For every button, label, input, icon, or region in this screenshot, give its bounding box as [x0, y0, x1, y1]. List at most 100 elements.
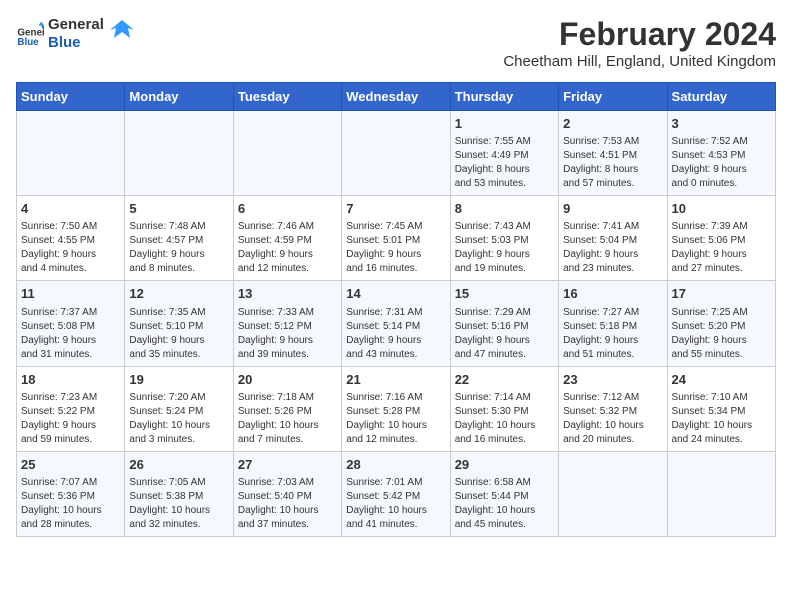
col-header-wednesday: Wednesday — [342, 83, 450, 111]
page-title: February 2024 — [503, 16, 776, 53]
calendar-cell: 20 Sunrise: 7:18 AM Sunset: 5:26 PM Dayli… — [233, 366, 341, 451]
calendar-cell: 12 Sunrise: 7:35 AM Sunset: 5:10 PM Dayli… — [125, 281, 233, 366]
calendar-week-row: 4 Sunrise: 7:50 AM Sunset: 4:55 PM Daylig… — [17, 196, 776, 281]
calendar-cell — [17, 111, 125, 196]
day-info: Sunrise: 7:39 AM Sunset: 5:06 PM Dayligh… — [672, 220, 771, 276]
day-number: 28 — [346, 456, 445, 474]
calendar-cell: 4 Sunrise: 7:50 AM Sunset: 4:55 PM Daylig… — [17, 196, 125, 281]
col-header-tuesday: Tuesday — [233, 83, 341, 111]
calendar-cell: 7 Sunrise: 7:45 AM Sunset: 5:01 PM Daylig… — [342, 196, 450, 281]
day-number: 29 — [455, 456, 554, 474]
day-info: Sunrise: 7:48 AM Sunset: 4:57 PM Dayligh… — [129, 220, 228, 276]
day-info: Sunrise: 7:41 AM Sunset: 5:04 PM Dayligh… — [563, 220, 662, 276]
calendar-week-row: 18 Sunrise: 7:23 AM Sunset: 5:22 PM Dayli… — [17, 366, 776, 451]
calendar-cell: 3Sunrise: 7:52 AM Sunset: 4:53 PM Daylig… — [667, 111, 775, 196]
day-info: Sunrise: 7:27 AM Sunset: 5:18 PM Dayligh… — [563, 306, 662, 362]
day-info: Sunrise: 7:14 AM Sunset: 5:30 PM Dayligh… — [455, 391, 554, 447]
day-info: Sunrise: 7:18 AM Sunset: 5:26 PM Dayligh… — [238, 391, 337, 447]
day-info: Sunrise: 7:23 AM Sunset: 5:22 PM Dayligh… — [21, 391, 120, 447]
calendar-cell: 14Sunrise: 7:31 AM Sunset: 5:14 PM Dayli… — [342, 281, 450, 366]
day-info: Sunrise: 7:53 AM Sunset: 4:51 PM Dayligh… — [563, 135, 662, 191]
day-number: 26 — [129, 456, 228, 474]
day-info: Sunrise: 7:12 AM Sunset: 5:32 PM Dayligh… — [563, 391, 662, 447]
day-number: 3 — [672, 115, 771, 133]
day-info: Sunrise: 7:33 AM Sunset: 5:12 PM Dayligh… — [238, 306, 337, 362]
day-info: Sunrise: 7:35 AM Sunset: 5:10 PM Dayligh… — [129, 306, 228, 362]
day-number: 18 — [21, 371, 120, 389]
calendar-cell — [342, 111, 450, 196]
calendar-cell — [125, 111, 233, 196]
day-number: 24 — [672, 371, 771, 389]
day-number: 9 — [563, 200, 662, 218]
calendar-cell: 1 Sunrise: 7:55 AM Sunset: 4:49 PM Daylig… — [450, 111, 558, 196]
logo: General Blue General Blue — [16, 16, 134, 52]
day-number: 12 — [129, 285, 228, 303]
day-info: Sunrise: 7:55 AM Sunset: 4:49 PM Dayligh… — [455, 135, 554, 191]
calendar-cell: 25 Sunrise: 7:07 AM Sunset: 5:36 PM Dayli… — [17, 451, 125, 536]
day-number: 4 — [21, 200, 120, 218]
day-number: 7 — [346, 200, 445, 218]
day-number: 1 — [455, 115, 554, 133]
title-area: February 2024 Cheetham Hill, England, Un… — [503, 16, 776, 70]
day-number: 5 — [129, 200, 228, 218]
calendar-week-row: 11 Sunrise: 7:37 AM Sunset: 5:08 PM Dayli… — [17, 281, 776, 366]
calendar-week-row: 1 Sunrise: 7:55 AM Sunset: 4:49 PM Daylig… — [17, 111, 776, 196]
day-info: Sunrise: 7:20 AM Sunset: 5:24 PM Dayligh… — [129, 391, 228, 447]
day-info: Sunrise: 7:43 AM Sunset: 5:03 PM Dayligh… — [455, 220, 554, 276]
calendar-week-row: 25 Sunrise: 7:07 AM Sunset: 5:36 PM Dayli… — [17, 451, 776, 536]
day-info: Sunrise: 7:37 AM Sunset: 5:08 PM Dayligh… — [21, 306, 120, 362]
day-number: 2 — [563, 115, 662, 133]
day-info: Sunrise: 7:01 AM Sunset: 5:42 PM Dayligh… — [346, 476, 445, 532]
calendar-cell: 5 Sunrise: 7:48 AM Sunset: 4:57 PM Daylig… — [125, 196, 233, 281]
day-info: Sunrise: 6:58 AM Sunset: 5:44 PM Dayligh… — [455, 476, 554, 532]
day-number: 21 — [346, 371, 445, 389]
calendar-cell: 17 Sunrise: 7:25 AM Sunset: 5:20 PM Dayli… — [667, 281, 775, 366]
calendar-cell: 26 Sunrise: 7:05 AM Sunset: 5:38 PM Dayli… — [125, 451, 233, 536]
day-number: 15 — [455, 285, 554, 303]
calendar-cell — [233, 111, 341, 196]
day-number: 10 — [672, 200, 771, 218]
day-info: Sunrise: 7:10 AM Sunset: 5:34 PM Dayligh… — [672, 391, 771, 447]
calendar-cell: 24 Sunrise: 7:10 AM Sunset: 5:34 PM Dayli… — [667, 366, 775, 451]
calendar-cell: 2 Sunrise: 7:53 AM Sunset: 4:51 PM Daylig… — [559, 111, 667, 196]
calendar-cell: 8Sunrise: 7:43 AM Sunset: 5:03 PM Daylig… — [450, 196, 558, 281]
calendar-cell: 22Sunrise: 7:14 AM Sunset: 5:30 PM Dayli… — [450, 366, 558, 451]
col-header-thursday: Thursday — [450, 83, 558, 111]
day-info: Sunrise: 7:45 AM Sunset: 5:01 PM Dayligh… — [346, 220, 445, 276]
day-number: 20 — [238, 371, 337, 389]
day-number: 23 — [563, 371, 662, 389]
day-number: 17 — [672, 285, 771, 303]
calendar-cell: 6Sunrise: 7:46 AM Sunset: 4:59 PM Daylig… — [233, 196, 341, 281]
day-info: Sunrise: 7:29 AM Sunset: 5:16 PM Dayligh… — [455, 306, 554, 362]
day-number: 13 — [238, 285, 337, 303]
day-info: Sunrise: 7:07 AM Sunset: 5:36 PM Dayligh… — [21, 476, 120, 532]
day-info: Sunrise: 7:05 AM Sunset: 5:38 PM Dayligh… — [129, 476, 228, 532]
calendar-cell: 9 Sunrise: 7:41 AM Sunset: 5:04 PM Daylig… — [559, 196, 667, 281]
svg-text:Blue: Blue — [17, 37, 39, 48]
day-number: 27 — [238, 456, 337, 474]
col-header-saturday: Saturday — [667, 83, 775, 111]
col-header-sunday: Sunday — [17, 83, 125, 111]
day-info: Sunrise: 7:25 AM Sunset: 5:20 PM Dayligh… — [672, 306, 771, 362]
col-header-monday: Monday — [125, 83, 233, 111]
day-number: 19 — [129, 371, 228, 389]
calendar-cell: 10 Sunrise: 7:39 AM Sunset: 5:06 PM Dayli… — [667, 196, 775, 281]
day-number: 14 — [346, 285, 445, 303]
logo-bird-icon — [110, 20, 134, 40]
logo-general: General — [48, 16, 104, 34]
day-number: 16 — [563, 285, 662, 303]
calendar-cell — [559, 451, 667, 536]
calendar-cell: 23 Sunrise: 7:12 AM Sunset: 5:32 PM Dayli… — [559, 366, 667, 451]
calendar-cell: 29 Sunrise: 6:58 AM Sunset: 5:44 PM Dayli… — [450, 451, 558, 536]
calendar-cell: 19 Sunrise: 7:20 AM Sunset: 5:24 PM Dayli… — [125, 366, 233, 451]
calendar-cell: 21Sunrise: 7:16 AM Sunset: 5:28 PM Dayli… — [342, 366, 450, 451]
calendar-cell: 13 Sunrise: 7:33 AM Sunset: 5:12 PM Dayli… — [233, 281, 341, 366]
calendar-cell: 27Sunrise: 7:03 AM Sunset: 5:40 PM Dayli… — [233, 451, 341, 536]
day-number: 25 — [21, 456, 120, 474]
day-info: Sunrise: 7:50 AM Sunset: 4:55 PM Dayligh… — [21, 220, 120, 276]
calendar-table: SundayMondayTuesdayWednesdayThursdayFrid… — [16, 82, 776, 537]
day-number: 11 — [21, 285, 120, 303]
calendar-cell: 15 Sunrise: 7:29 AM Sunset: 5:16 PM Dayli… — [450, 281, 558, 366]
calendar-cell: 16 Sunrise: 7:27 AM Sunset: 5:18 PM Dayli… — [559, 281, 667, 366]
page-header: General Blue General Blue February 2024 … — [16, 16, 776, 70]
